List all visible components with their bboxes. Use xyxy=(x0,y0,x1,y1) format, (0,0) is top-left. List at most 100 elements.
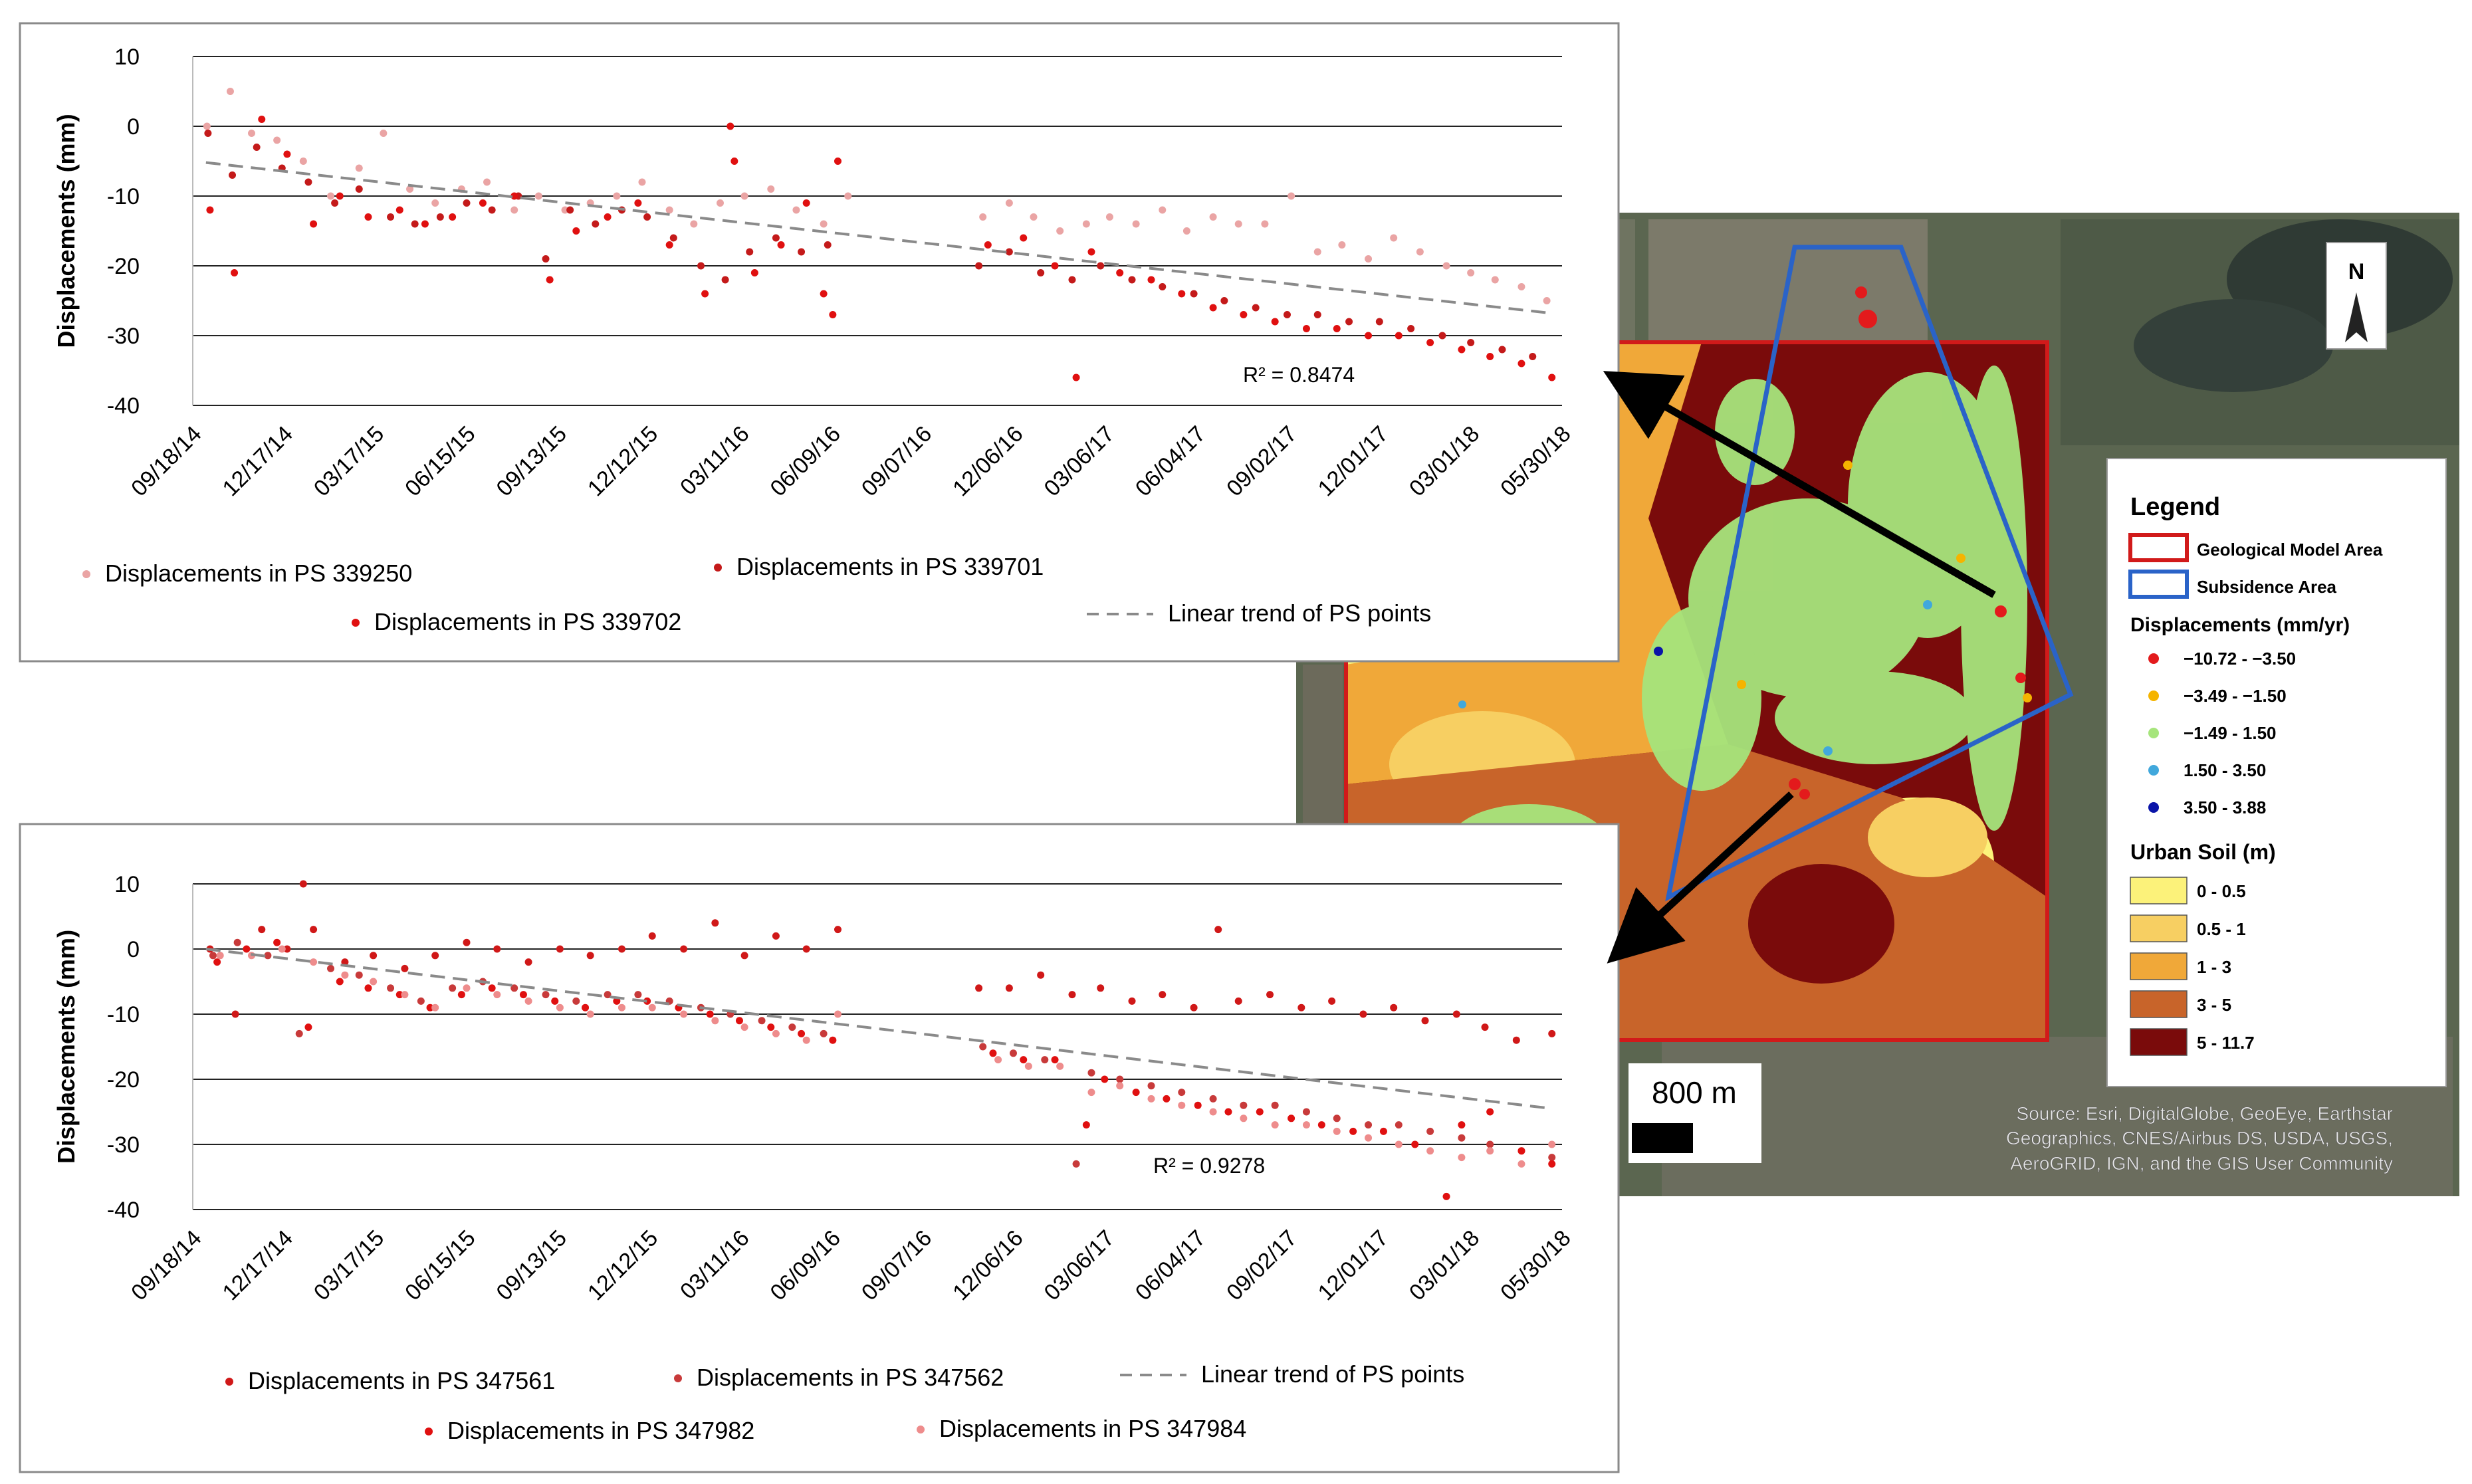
data-point xyxy=(229,171,237,179)
data-point xyxy=(1116,269,1124,276)
data-point xyxy=(1498,346,1506,354)
legend-label: Linear trend of PS points xyxy=(1201,1360,1464,1388)
data-point xyxy=(1087,1089,1095,1097)
legend-label: Displacements in PS 339701 xyxy=(736,553,1044,580)
data-point xyxy=(1209,213,1217,221)
y-tick-label: 0 xyxy=(127,114,140,140)
north-label: N xyxy=(2348,259,2365,284)
soil-class-swatch xyxy=(2130,990,2188,1018)
data-point xyxy=(1056,227,1064,235)
data-point xyxy=(1517,1160,1525,1168)
data-point xyxy=(701,290,709,298)
data-point xyxy=(401,991,409,999)
legend-marker xyxy=(425,1428,433,1435)
soil-class-label: 0.5 - 1 xyxy=(2197,919,2246,939)
data-point xyxy=(387,984,395,992)
data-point xyxy=(556,1004,564,1011)
data-point xyxy=(310,220,318,228)
data-point xyxy=(449,984,457,992)
data-point xyxy=(431,199,439,207)
data-point xyxy=(479,199,487,207)
soil-class-label: 5 - 11.7 xyxy=(2197,1033,2255,1053)
data-point xyxy=(1128,997,1136,1005)
data-point xyxy=(572,997,580,1005)
data-point xyxy=(204,130,212,137)
data-point xyxy=(697,262,705,270)
data-point xyxy=(1163,1095,1171,1103)
data-point xyxy=(278,945,286,953)
data-point xyxy=(231,1010,239,1018)
scale-label: 800 m xyxy=(1652,1075,1737,1110)
soil-class-label: 0 - 0.5 xyxy=(2197,881,2246,901)
y-tick-label: -20 xyxy=(107,254,140,279)
y-tick-label: -10 xyxy=(107,184,140,209)
data-point xyxy=(331,199,339,207)
data-point xyxy=(767,185,775,193)
data-point xyxy=(1375,318,1383,326)
data-point xyxy=(989,1049,997,1057)
scale-bar: 800 m xyxy=(1629,1063,1761,1163)
data-point xyxy=(844,192,852,200)
y-tick-label: -20 xyxy=(107,1067,140,1093)
data-point xyxy=(231,269,239,276)
data-point xyxy=(387,213,395,221)
data-point xyxy=(792,206,800,214)
data-point xyxy=(1051,262,1059,270)
data-point xyxy=(299,880,307,888)
data-point xyxy=(542,255,550,263)
data-point xyxy=(1548,1029,1556,1037)
data-point xyxy=(355,185,363,193)
data-point xyxy=(1481,1023,1489,1031)
legend-marker xyxy=(714,564,722,572)
soil-class-swatch xyxy=(2130,914,2188,942)
data-point xyxy=(665,206,673,214)
data-point xyxy=(1365,1121,1373,1129)
data-point xyxy=(586,1010,594,1018)
data-point xyxy=(604,213,612,221)
legend-label: Displacements in PS 347561 xyxy=(248,1367,555,1394)
data-point xyxy=(1512,1036,1520,1044)
figure-canvas: N 800 m Source: Esri, DigitalGlobe, GeoE… xyxy=(19,22,2459,1473)
data-point xyxy=(421,220,429,228)
data-point xyxy=(463,938,471,946)
data-point xyxy=(1087,1069,1095,1077)
data-point xyxy=(669,234,677,242)
data-point xyxy=(1261,220,1269,228)
disp-class-marker xyxy=(2148,690,2159,701)
data-point xyxy=(1458,1134,1466,1142)
data-point xyxy=(1458,346,1466,354)
data-point xyxy=(1068,276,1076,284)
data-point xyxy=(1116,1075,1124,1083)
data-point xyxy=(1097,262,1105,270)
disp-class-label: 3.50 - 3.88 xyxy=(2184,797,2266,817)
data-point xyxy=(772,932,780,940)
credits-line-3: AeroGRID, IGN, and the GIS User Communit… xyxy=(2010,1153,2393,1174)
data-point xyxy=(572,227,580,235)
data-point xyxy=(1068,991,1076,999)
data-point xyxy=(1416,248,1424,256)
data-point xyxy=(750,269,758,276)
data-point xyxy=(1467,269,1475,276)
data-point xyxy=(1005,984,1013,992)
data-point xyxy=(310,926,318,934)
data-point xyxy=(273,136,281,144)
data-point xyxy=(820,290,828,298)
data-point xyxy=(1266,991,1274,999)
disp-class-title: Displacements (mm/yr) xyxy=(2130,614,2350,636)
data-point xyxy=(1159,283,1167,290)
data-point xyxy=(1214,926,1222,934)
data-point xyxy=(1178,1101,1186,1109)
data-point xyxy=(1288,1114,1295,1122)
data-point xyxy=(1438,332,1446,340)
data-point xyxy=(1009,1049,1017,1057)
data-point xyxy=(1529,353,1537,360)
data-point xyxy=(519,991,527,999)
data-point xyxy=(551,997,559,1005)
data-point xyxy=(449,213,457,221)
soil-class-title: Urban Soil (m) xyxy=(2130,840,2276,864)
data-point xyxy=(1072,1160,1080,1168)
data-point xyxy=(1517,1147,1525,1155)
data-point xyxy=(1147,1082,1155,1090)
data-point xyxy=(493,945,501,953)
data-point xyxy=(304,178,312,186)
